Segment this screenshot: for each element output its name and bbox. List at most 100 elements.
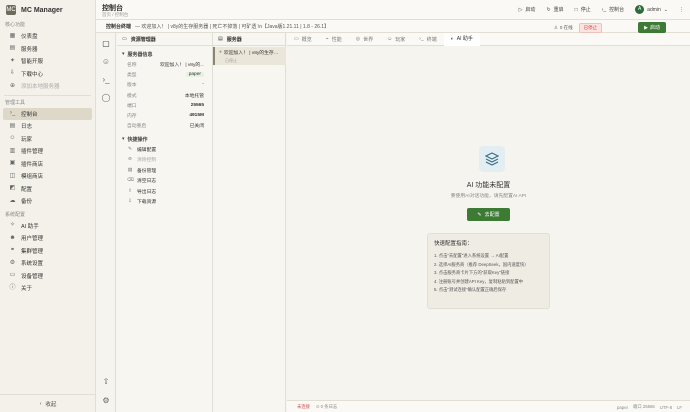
sidebar-item[interactable]: ◩ 配置 <box>3 183 92 196</box>
go-configure-button[interactable]: ✎ 去配置 <box>467 208 510 221</box>
sidebar-item-label: 控制台 <box>21 111 38 118</box>
info-row: 内存 4915M <box>117 110 212 120</box>
globe-icon[interactable]: ◯ <box>100 92 112 104</box>
quick-action-icon: ⇩ <box>127 199 133 205</box>
activity-rail: ▢ ☺ ›_ ◯ ⇧ ⚙ <box>96 33 116 412</box>
tab-icon: ›_ <box>419 36 424 42</box>
ai-not-configured-title: AI 功能未配置 <box>466 182 511 189</box>
line-ending: LF <box>676 404 682 410</box>
quick-action[interactable]: ⇩ 下载资源 <box>117 197 212 208</box>
info-key: 端口 <box>127 103 137 109</box>
info-row: 名称 欢迎加入！ | v8y的… <box>117 59 212 69</box>
tab[interactable]: ▭ 概览 <box>287 33 319 46</box>
start-button[interactable]: ▷ 启动 <box>518 6 536 14</box>
brand[interactable]: MC MC Manager <box>0 0 95 20</box>
connection-status: 未连接 <box>297 404 310 409</box>
guide-step: 3. 点击服务商卡片下方的"获取Key"链接 <box>434 270 510 276</box>
quick-action[interactable]: ⇪ 导出日志 <box>117 186 212 197</box>
sidebar-item[interactable]: ▦ 仪表盘 <box>3 30 92 43</box>
players-icon[interactable]: ☺ <box>100 56 112 68</box>
top-bar: 控制台 首页 / 控制台 ▷ 启动 ↻ 重启 □ 停止 ›_ 控制台 A admin ⌄… <box>96 0 690 20</box>
sidebar-item[interactable]: ⇩ 下载中心 <box>3 68 92 81</box>
sidebar-item-label: 模组商店 <box>21 174 44 181</box>
quick-action-icon: ⊘ <box>127 157 133 163</box>
quick-actions-list: ✎ 编辑配置 ⊘ 清除控制 ▤ 备份管理 ⌫ 清空日志 ⇪ 导出日志 ⇩ 下载资源 <box>117 144 212 207</box>
tab-label: AI 助手 <box>456 36 473 42</box>
upload-icon[interactable]: ⇧ <box>100 376 112 388</box>
terminal-icon[interactable]: ›_ <box>100 74 112 86</box>
sidebar-nav: 核心功能 ▦ 仪表盘 ▤ 服务器 ✦ 智能开服 ⇩ 下载中心 ⊕ 添加本地服务器 管理工具 ›_ 控制台 ▤… <box>0 20 95 295</box>
sidebar-item[interactable]: ⓘ 关于 <box>3 282 92 295</box>
quick-action[interactable]: ✎ 编辑配置 <box>117 144 212 155</box>
quick-action-label: 编辑配置 <box>137 147 157 153</box>
explorer-icon[interactable]: ▢ <box>100 38 112 50</box>
backup-icon: ☁ <box>9 197 16 204</box>
collapse-sidebar-button[interactable]: ‹ 收起 <box>0 394 96 412</box>
sidebar-item[interactable]: ▤ 日志 <box>3 120 92 133</box>
divider <box>4 94 91 96</box>
info-key: 类型 <box>127 72 137 78</box>
sidebar-section-title: 管理工具 <box>5 99 26 106</box>
tab[interactable]: ⌁ 性能 <box>319 33 349 46</box>
tab[interactable]: ◐ AI 助手 <box>443 32 480 46</box>
restart-button[interactable]: ↻ 重启 <box>546 6 563 14</box>
breadcrumb: 首页 / 控制台 <box>102 12 129 17</box>
server-type: paper <box>617 404 629 410</box>
sidebar-item[interactable]: ◫ 模组商店 <box>3 170 92 183</box>
start-server-button[interactable]: ▶ 启动 <box>638 22 666 33</box>
sidebar-item[interactable]: ⚙ 系统设置 <box>3 257 92 270</box>
tab-label: 概览 <box>301 36 312 43</box>
folder-icon: ▭ <box>122 36 127 42</box>
sidebar-item[interactable]: ✧ AI 助手 <box>3 220 92 233</box>
user-icon: ♙ <box>553 24 558 30</box>
quick-actions-group[interactable]: ▾ 快捷操作 <box>117 134 212 144</box>
sidebar-item[interactable]: ▣ 插件商店 <box>3 158 92 171</box>
sidebar-item[interactable]: ✦ 智能开服 <box>3 55 92 68</box>
gear-icon[interactable]: ⚙ <box>100 395 112 407</box>
tab-label: 玩家 <box>395 36 406 43</box>
username: admin <box>647 6 661 13</box>
sidebar-item[interactable]: ›_ 控制台 <box>3 107 92 120</box>
guide-step: 2. 选择AI服务商（推荐 DeepSeek，国内速度快） <box>434 261 529 267</box>
quick-action[interactable]: ⊘ 清除控制 <box>117 155 212 166</box>
cluster-icon: ⚭ <box>9 247 16 254</box>
tab-bar: ▭ 概览 ⌁ 性能 ◎ 世界 ☺ 玩家 ›_ 终端 ◐ AI 助手 <box>287 32 690 46</box>
quick-action[interactable]: ▤ 备份管理 <box>117 165 212 176</box>
console-button[interactable]: ›_ 控制台 <box>602 6 624 14</box>
tab[interactable]: ◎ 世界 <box>349 33 380 46</box>
sidebar-item[interactable]: ☻ 用户管理 <box>3 232 92 245</box>
server-list-item[interactable]: ● 欢迎加入！ | v8y的生存… 已停止 <box>213 47 286 65</box>
sidebar: MC MC Manager 核心功能 ▦ 仪表盘 ▤ 服务器 ✦ 智能开服 ⇩ 下载中心 ⊕ 添加本… <box>0 0 96 412</box>
user-menu[interactable]: A admin ⌄ <box>635 5 668 14</box>
quick-action[interactable]: ⌫ 清空日志 <box>117 176 212 187</box>
sidebar-item[interactable]: ▤ 服务器 <box>3 43 92 56</box>
tab-icon: ◎ <box>355 36 361 42</box>
resource-manager-header: ▭ 资源管理器 <box>117 33 212 46</box>
sidebar-item[interactable]: ⚭ 集群管理 <box>3 245 92 258</box>
quick-setup-guide: 快速配置指南： 1. 点击"去配置"进入系统设置 → AI配置 2. 选择AI服务… <box>427 233 550 309</box>
sidebar-item[interactable]: ▥ 插件管理 <box>3 145 92 158</box>
mod-store-icon: ◫ <box>9 172 16 179</box>
collapse-label: 收起 <box>45 401 57 408</box>
tab[interactable]: ›_ 终端 <box>412 33 443 46</box>
tab[interactable]: ☺ 玩家 <box>380 33 412 46</box>
stop-button[interactable]: □ 停止 <box>575 6 591 14</box>
ai-assistant-panel: AI 功能未配置 要使用AI对话功能，请先配置AI API ✎ 去配置 快速配置… <box>287 46 690 400</box>
plugin-icon: ▥ <box>9 147 16 154</box>
sidebar-item[interactable]: ⊕ 添加本地服务器 <box>3 80 92 93</box>
sidebar-item[interactable]: ☺ 玩家 <box>3 133 92 146</box>
app-name: MC Manager <box>21 6 63 14</box>
server-info-group[interactable]: ▾ 服务器信息 <box>117 49 212 59</box>
play-icon: ▷ <box>518 6 523 13</box>
server-item-status: 已停止 <box>225 58 237 63</box>
sidebar-item[interactable]: ☁ 备份 <box>3 195 92 208</box>
server-icon: ▤ <box>218 36 223 42</box>
avatar: A <box>635 5 645 14</box>
info-row: 类型 paper <box>117 69 212 79</box>
info-row: 版本 - <box>117 80 212 90</box>
sidebar-item-label: 配置 <box>21 186 33 193</box>
sidebar-item-label: 日志 <box>21 124 33 131</box>
sidebar-item-label: 设备管理 <box>21 273 44 280</box>
more-icon[interactable]: ⋮ <box>679 7 684 13</box>
sidebar-item[interactable]: ▭ 设备管理 <box>3 270 92 283</box>
